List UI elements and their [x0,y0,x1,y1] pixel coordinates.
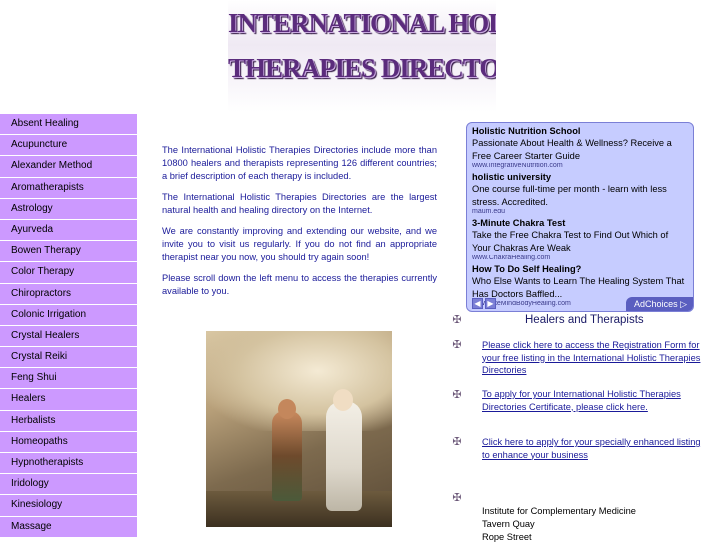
ad-prev-arrow-icon[interactable]: ◀ [472,298,483,309]
site-logo[interactable]: INTERNATIONAL HOLISTIC THERAPIES DIRECTO… [228,0,496,112]
intro-paragraph-3: We are constantly improving and extendin… [162,226,437,262]
sidebar-item-healers[interactable]: Healers [0,389,137,411]
celtic-cross-icon: ✠ [452,314,462,326]
painting-figure-man-head [278,399,296,419]
sidebar-item-iridology[interactable]: Iridology [0,474,137,496]
celtic-cross-icon: ✠ [452,436,462,448]
ad-description: Passionate About Health & Wellness? Rece… [472,138,672,161]
logo-line-2: THERAPIES DIRECTORIES [228,53,496,83]
sidebar-item-herbalists[interactable]: Herbalists [0,410,137,432]
painting-figure-man [272,411,302,501]
sidebar-item-kinesiology[interactable]: Kinesiology [0,495,137,517]
ad-url[interactable]: www.IntegrativeNutrition.com [472,163,688,169]
adchoices-button[interactable]: AdChoices ▷ [626,297,693,311]
sidebar-item-colonic-irrigation[interactable]: Colonic Irrigation [0,304,137,326]
sidebar-item-absent-healing[interactable]: Absent Healing [0,114,137,136]
ad-box: Holistic Nutrition School Passionate Abo… [466,122,694,312]
ad-url[interactable]: www.ChakraHealing.com [472,255,688,261]
celtic-cross-icon: ✠ [452,492,462,504]
sidebar-item-feng-shui[interactable]: Feng Shui [0,368,137,390]
intro-paragraph-1: The International Holistic Therapies Dir… [162,145,437,181]
sidebar-item-chiropractors[interactable]: Chiropractors [0,283,137,305]
address-block: Institute for Complementary Medicine Tav… [482,505,636,544]
sidebar-item-color-therapy[interactable]: Color Therapy [0,262,137,284]
intro-paragraph-2: The International Holistic Therapies Dir… [162,192,437,215]
sidebar-menu: Absent Healing Acupuncture Alexander Met… [0,114,137,538]
sidebar-item-acupuncture[interactable]: Acupuncture [0,135,137,157]
sidebar-item-hypnotherapists[interactable]: Hypnotherapists [0,453,137,475]
logo-line-1: INTERNATIONAL HOLISTIC [228,8,496,38]
ad-title[interactable]: holistic university [472,171,688,183]
healing-painting-image [206,331,392,527]
sidebar-item-aromatherapists[interactable]: Aromatherapists [0,177,137,199]
intro-text: The International Holistic Therapies Dir… [162,144,437,306]
ad-description: Take the Free Chakra Test to Find Out Wh… [472,230,669,253]
ad-title[interactable]: Holistic Nutrition School [472,125,688,137]
ad-title[interactable]: 3-Minute Chakra Test [472,217,688,229]
address-line: Rope Street [482,532,532,542]
ad-item[interactable]: 3-Minute Chakra Test Take the Free Chakr… [467,217,693,261]
sidebar-item-ayurveda[interactable]: Ayurveda [0,219,137,242]
intro-paragraph-4: Please scroll down the left menu to acce… [162,273,437,296]
ad-url[interactable]: maum.edu [472,209,688,215]
ad-next-arrow-icon[interactable]: ▶ [485,298,496,309]
ad-description: One course full-time per month - learn w… [472,184,667,207]
sidebar-item-crystal-reiki[interactable]: Crystal Reiki [0,347,137,369]
celtic-cross-icon: ✠ [452,339,462,351]
ad-title[interactable]: How To Do Self Healing? [472,263,688,275]
sidebar-item-alexander-method[interactable]: Alexander Method [0,156,137,178]
ad-item[interactable]: Holistic Nutrition School Passionate Abo… [467,125,693,169]
sidebar-item-massage[interactable]: Massage [0,516,137,538]
ad-item[interactable]: holistic university One course full-time… [467,171,693,215]
enhanced-listing-link[interactable]: Click here to apply for your specially e… [482,436,707,461]
painting-figure-woman-head [333,389,353,411]
address-line: Institute for Complementary Medicine [482,506,636,516]
registration-form-link[interactable]: Please click here to access the Registra… [482,339,707,377]
celtic-cross-icon: ✠ [452,389,462,401]
certificate-link[interactable]: To apply for your International Holistic… [482,388,707,413]
sidebar-item-bowen-therapy[interactable]: Bowen Therapy [0,241,137,263]
healers-heading: Healers and Therapists [525,314,644,326]
ad-footer: ◀ ▶ AdChoices ▷ [467,296,693,311]
address-line: Tavern Quay [482,519,535,529]
sidebar-item-homeopaths[interactable]: Homeopaths [0,431,137,453]
sidebar-item-astrology[interactable]: Astrology [0,198,137,220]
painting-figure-woman [326,401,362,511]
sidebar-item-crystal-healers[interactable]: Crystal Healers [0,325,137,348]
